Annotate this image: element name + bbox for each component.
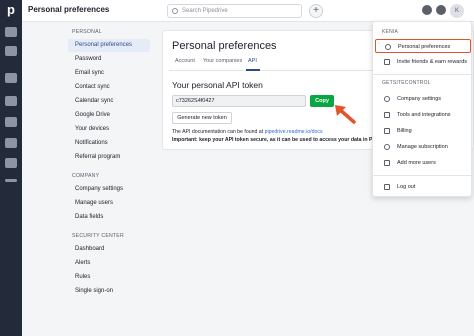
dropdown-item-manage-subscription[interactable]: Manage subscription [375,140,471,154]
help-icon[interactable] [436,5,446,15]
dropdown-item-tools-integrations[interactable]: Tools and integrations [375,108,471,122]
tab-api-underline [246,69,260,71]
top-bar: Personal preferences Search Pipedrive + … [22,0,474,22]
page-title: Personal preferences [28,5,110,14]
sidebar-item-google-drive[interactable]: Google Drive [68,109,150,122]
important-note: Important: keep your API token secure, a… [172,137,386,143]
sidebar-item-dashboard[interactable]: Dashboard [68,243,150,256]
refresh-icon [384,144,390,150]
card-icon [384,128,390,134]
sidebar-item-your-devices[interactable]: Your devices [68,123,150,136]
insights-icon[interactable] [5,138,17,148]
sidebar-item-email-sync[interactable]: Email sync [68,67,150,80]
api-heading: Your personal API token [172,80,263,90]
add-button[interactable]: + [309,4,323,18]
sidebar-item-password[interactable]: Password [68,53,150,66]
tab-your-companies[interactable]: Your companies [203,58,242,64]
card-title: Personal preferences [172,40,277,52]
dropdown-item-personal-preferences[interactable]: Personal preferences [375,39,471,53]
app-rail: p [0,0,22,336]
tab-account[interactable]: Account [175,58,195,64]
dollar-icon[interactable] [5,46,17,56]
search-icon [172,8,178,14]
sidebar-section-company: COMPANY [72,173,100,179]
dropdown-item-logout[interactable]: Log out [375,180,471,194]
copy-button[interactable]: Copy [310,95,334,107]
sidebar-item-personal-preferences[interactable]: Personal preferences [68,39,150,52]
logout-icon [384,184,390,190]
lightbulb-icon[interactable] [422,5,432,15]
sidebar-item-data-fields[interactable]: Data fields [68,211,150,224]
avatar[interactable]: K [450,4,464,18]
api-token-field[interactable]: c73262S4f0427 [172,95,306,107]
user-dropdown-menu: KENIA Personal preferences Invite friend… [372,21,473,197]
sidebar-section-security: SECURITY CENTER [72,233,124,239]
sidebar-item-single-sign-on[interactable]: Single sign-on [68,285,150,298]
dropdown-section-company: GETSITECONTROL [382,80,431,86]
more-icon[interactable] [5,179,17,182]
doc-link[interactable]: pipedrive.readme.io/docs [265,129,323,135]
dropdown-divider [373,74,473,75]
contacts-icon[interactable] [5,117,17,127]
dropdown-item-billing[interactable]: Billing [375,124,471,138]
dropdown-item-company-settings[interactable]: Company settings [375,92,471,106]
target-icon[interactable] [5,27,17,37]
mail-icon[interactable] [5,73,17,83]
pipedrive-logo-icon[interactable]: p [4,3,18,17]
generate-token-button[interactable]: Generate new token [172,112,232,124]
sidebar-item-alerts[interactable]: Alerts [68,257,150,270]
clock-icon [385,44,391,50]
calendar-icon[interactable] [5,96,17,106]
sidebar-item-rules[interactable]: Rules [68,271,150,284]
sidebar-item-referral-program[interactable]: Referral program [68,151,150,164]
gear-icon [384,96,390,102]
sidebar-item-manage-users[interactable]: Manage users [68,197,150,210]
sidebar-item-company-settings[interactable]: Company settings [68,183,150,196]
sidebar-section-personal: PERSONAL [72,29,102,35]
annotation-arrow-icon [335,105,356,124]
dropdown-divider-2 [373,175,473,176]
doc-note: The API documentation can be found at pi… [172,129,323,135]
settings-sidebar: PERSONAL Personal preferences Password E… [66,22,156,336]
dropdown-section-user: KENIA [382,29,399,35]
products-icon[interactable] [5,158,17,168]
gift-icon [384,59,390,65]
sidebar-item-contact-sync[interactable]: Contact sync [68,81,150,94]
search-input[interactable]: Search Pipedrive [167,4,302,18]
sidebar-item-notifications[interactable]: Notifications [68,137,150,150]
tab-api[interactable]: API [248,58,257,64]
dropdown-item-add-users[interactable]: Add more users [375,156,471,170]
dropdown-item-invite-friends[interactable]: Invite friends & earn rewards [375,55,471,69]
user-plus-icon [384,160,390,166]
sidebar-item-calendar-sync[interactable]: Calendar sync [68,95,150,108]
wrench-icon [384,112,390,118]
